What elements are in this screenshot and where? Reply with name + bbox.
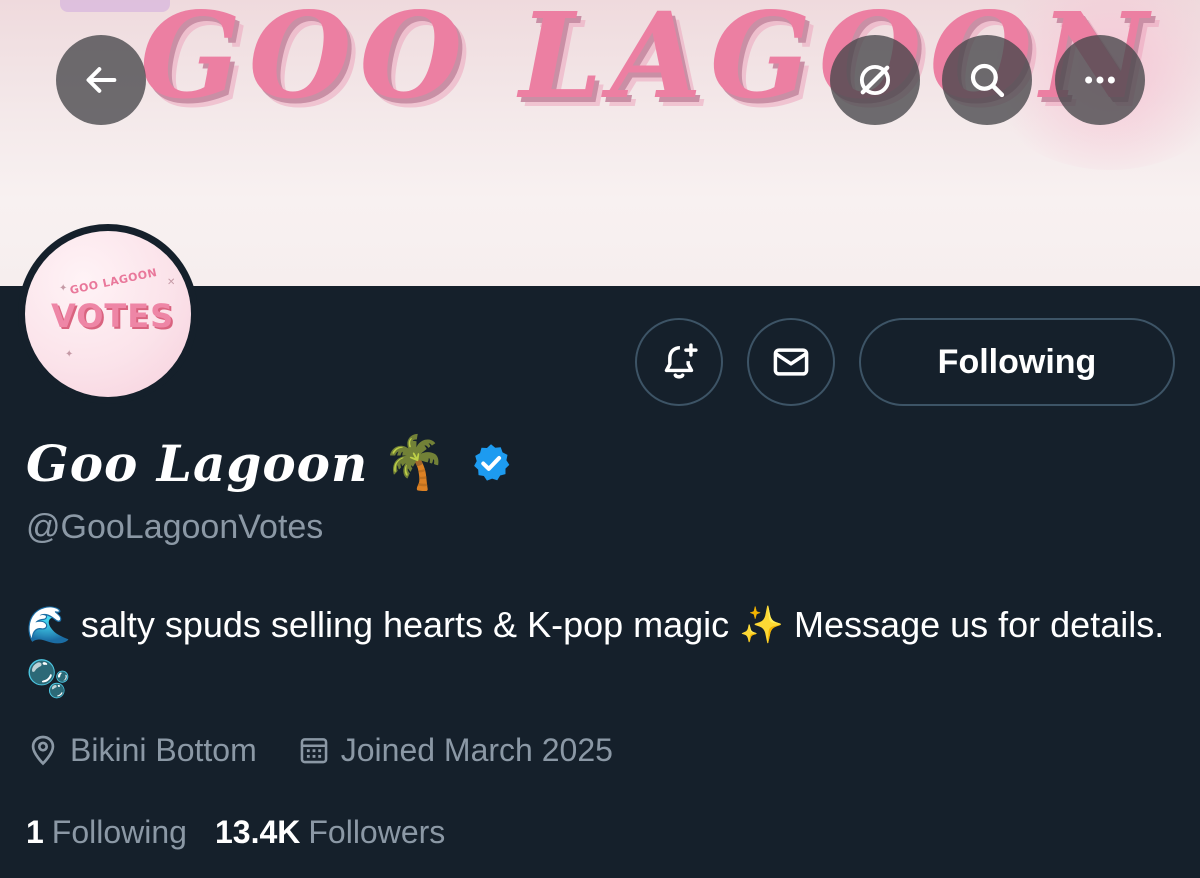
grok-button[interactable] [830,35,920,125]
profile-bio: 🌊 salty spuds selling hearts & K-pop mag… [26,598,1176,706]
following-label: Following [51,813,187,850]
verified-icon [474,444,510,481]
name-row: Goo Lagoon 🌴 [26,428,513,498]
palm-tree-emoji: 🌴 [382,434,448,492]
back-button[interactable] [56,35,146,125]
following-count-link[interactable]: 1 Following [26,814,187,851]
calendar-icon [300,738,328,764]
profile-banner[interactable]: GOO LAGOON [0,0,1200,286]
joined-item: Joined March 2025 [297,732,613,769]
location-text: Bikini Bottom [70,731,257,768]
bio-text-part1: salty spuds selling hearts & K-pop magic [80,604,730,645]
more-button[interactable] [1055,35,1145,125]
message-button[interactable] [747,318,835,406]
location-pin-icon [31,735,55,766]
avatar-image: GOO LAGOON VOTES ✦ ✕ ✦ [25,231,191,397]
verified-badge[interactable] [469,441,513,485]
slash-circle-icon [859,64,891,96]
sparkle-icon: ✕ [167,277,176,288]
arrow-left-icon [86,67,117,93]
profile-meta: Bikini Bottom Joined March 2025 [26,726,653,774]
bubbles-emoji: 🫧 [26,658,71,699]
profile-stats: 1 Following 13.4K Followers [26,808,473,856]
bio-text-part2: Message us for details. [794,604,1165,645]
search-icon [970,63,1005,98]
display-name: Goo Lagoon [26,433,369,493]
notifications-button[interactable] [635,318,723,406]
joined-text: Joined March 2025 [340,731,613,768]
wave-emoji: 🌊 [26,604,71,645]
sparkles-emoji: ✨ [739,604,785,645]
avatar-main-text: VOTES [51,297,175,335]
bell-plus-icon [664,343,698,379]
mail-icon [773,348,809,376]
more-horizontal-icon [1085,76,1115,84]
following-button[interactable]: Following [859,318,1175,406]
profile-handle: @GooLagoonVotes [26,508,324,546]
location-item: Bikini Bottom [26,732,257,769]
avatar-top-text: GOO LAGOON [68,265,159,298]
followers-count-link[interactable]: 13.4K Followers [215,814,445,851]
sparkle-icon: ✦ [65,349,74,360]
following-count: 1 [26,813,44,850]
search-button[interactable] [942,35,1032,125]
avatar[interactable]: GOO LAGOON VOTES ✦ ✕ ✦ [18,224,198,404]
followers-label: Followers [308,813,446,850]
followers-count: 13.4K [214,813,301,850]
sparkle-icon: ✦ [59,283,68,294]
